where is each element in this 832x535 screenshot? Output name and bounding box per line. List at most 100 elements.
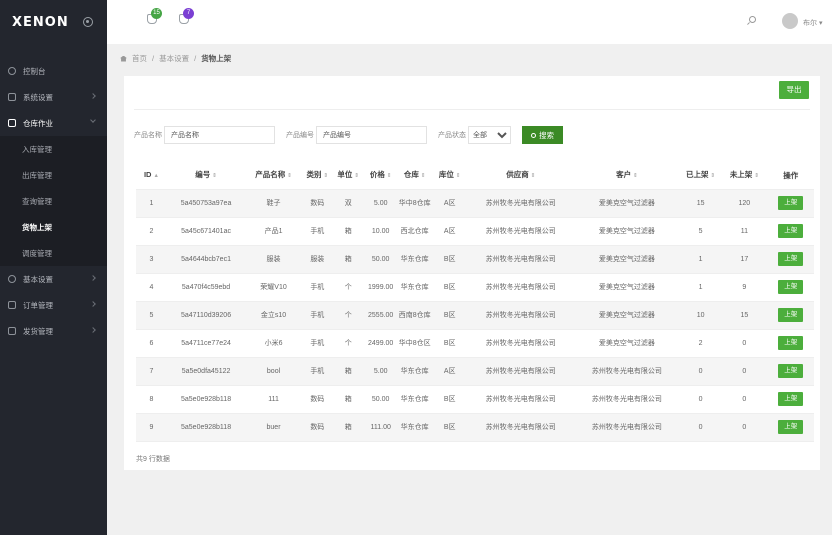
sort-icon: ⇕ [323,173,329,180]
table-row: 9 5a5e0e928b118 buer 数码箱 111.00 华东仓库 B区 苏州牧冬光电有… [136,413,814,442]
col-label: 产品名称 [255,170,286,180]
sort-icon: ⇕ [386,173,392,180]
col-shelved[interactable]: 已上架 ⇕ [679,163,722,190]
shelve-button[interactable]: 上架 [778,196,804,210]
cell-category: 手机 [301,301,333,330]
divider [134,109,810,110]
cell-action: 上架 [767,301,814,330]
cell-product-name: 小米6 [245,329,302,358]
messages-button[interactable]: 15 [147,8,162,26]
col-label: 编号 [195,170,211,180]
cell-code: 5a4711ce77e24 [166,329,246,358]
cell-location: B区 [431,273,468,302]
sidebar-nav: 控制台 系统设置 仓库作业 入库管理 出库管理 查询管理 货物上架 调度管理 基… [0,44,107,344]
sidebar-item-dashboard[interactable]: 控制台 [0,58,107,84]
cell-product-name: 鞋子 [245,189,302,218]
breadcrumb-separator: / [194,54,197,63]
cell-unit: 箱 [332,357,364,386]
breadcrumb-current: 货物上架 [201,54,232,63]
sidebar-subitem-inbound[interactable]: 入库管理 [0,136,107,162]
col-warehouse[interactable]: 仓库 ⇕ [397,163,432,190]
dashboard-icon [8,67,16,75]
cell-id: 1 [136,189,167,218]
cell-shelved: 5 [679,217,722,246]
user-menu[interactable]: 布尔 ▾ [803,18,822,28]
truck-icon [8,327,16,335]
col-unshelved[interactable]: 未上架 ⇕ [721,163,768,190]
top-header: 15 7 布尔 ▾ [107,0,832,44]
cell-code: 5a5e0e928b118 [166,385,246,414]
sidebar-subitem-query[interactable]: 查询管理 [0,188,107,214]
cell-code: 5a5e0e928b118 [166,413,246,442]
cell-category: 手机 [301,273,333,302]
col-id[interactable]: ID ▲ [136,163,167,190]
search-button[interactable]: 搜索 [522,126,563,144]
cell-action: 上架 [767,273,814,302]
col-product-name[interactable]: 产品名称 ⇕ [245,163,302,190]
cell-location: A区 [431,189,468,218]
shelve-button[interactable]: 上架 [778,308,804,322]
product-no-input[interactable] [316,126,427,144]
search-icon [531,132,536,138]
product-name-input[interactable] [164,126,275,144]
breadcrumb-home[interactable]: 首页 [132,53,147,64]
sidebar-item-shipping[interactable]: 发货管理 [0,318,107,344]
col-category[interactable]: 类别 ⇕ [301,163,333,190]
cell-shelved: 0 [679,385,722,414]
col-label: 未上架 [729,170,753,180]
cell-warehouse: 华东仓库 [397,245,432,274]
cell-action: 上架 [767,357,814,386]
cell-warehouse: 华东仓库 [397,273,432,302]
cell-action: 上架 [767,385,814,414]
cell-customer: 爱美克空气过滤器 [573,329,680,358]
chevron-right-icon [90,327,96,333]
col-supplier[interactable]: 供应商 ⇕ [467,163,574,190]
sidebar-item-system-settings[interactable]: 系统设置 [0,84,107,110]
sidebar-subitem-outbound[interactable]: 出库管理 [0,162,107,188]
cell-supplier: 苏州牧冬光电有限公司 [467,273,574,302]
col-unit[interactable]: 单位 ⇕ [332,163,364,190]
cell-warehouse: 华东仓库 [397,385,432,414]
cell-customer: 苏州牧冬光电有限公司 [573,385,680,414]
cell-customer: 爱美克空气过滤器 [573,189,680,218]
status-select[interactable]: 全部 [468,126,511,144]
shelve-button[interactable]: 上架 [778,336,804,350]
shelve-button[interactable]: 上架 [778,252,804,266]
logo: XENON [12,14,69,30]
sidebar-item-warehouse[interactable]: 仓库作业 [0,110,107,136]
shelve-button[interactable]: 上架 [778,280,804,294]
export-button[interactable]: 导出 [779,81,809,99]
col-code[interactable]: 编号 ⇕ [166,163,246,190]
cell-unit: 双 [332,189,364,218]
shelve-button[interactable]: 上架 [778,224,804,238]
avatar[interactable] [782,13,798,29]
cell-unit: 个 [332,329,364,358]
sidebar-subitem-shelving[interactable]: 货物上架 [0,214,107,240]
col-label: ID [143,170,152,180]
settings-gear-icon[interactable] [82,17,93,27]
sidebar-item-orders[interactable]: 订单管理 [0,292,107,318]
notifications-button[interactable]: 7 [179,8,194,26]
cell-product-name: buer [245,413,302,442]
col-price[interactable]: 价格 ⇕ [363,163,398,190]
shelve-button[interactable]: 上架 [778,420,804,434]
sidebar-item-basic-settings[interactable]: 基本设置 [0,266,107,292]
cell-warehouse: 华中8仓区 [397,329,432,358]
cell-unshelved: 11 [721,217,768,246]
cell-product-name: 产品1 [245,217,302,246]
cell-unit: 箱 [332,413,364,442]
sidebar-subitem-dispatch[interactable]: 调度管理 [0,240,107,266]
cell-warehouse: 华东仓库 [397,357,432,386]
breadcrumb-level1[interactable]: 基本设置 [159,53,189,64]
home-icon [120,55,127,62]
cell-category: 手机 [301,329,333,358]
search-icon[interactable] [749,16,756,23]
col-location[interactable]: 库位 ⇕ [431,163,468,190]
col-label: 供应商 [506,170,529,180]
cell-customer: 爱美克空气过滤器 [573,301,680,330]
table-row: 3 5a4644bcb7ec1 服装 服装箱 50.00 华东仓库 B区 苏州牧冬光电有限公司… [136,245,814,274]
cell-warehouse: 华中8仓库 [397,189,432,218]
col-customer[interactable]: 客户 ⇕ [573,163,680,190]
shelve-button[interactable]: 上架 [778,392,804,406]
shelve-button[interactable]: 上架 [778,364,804,378]
